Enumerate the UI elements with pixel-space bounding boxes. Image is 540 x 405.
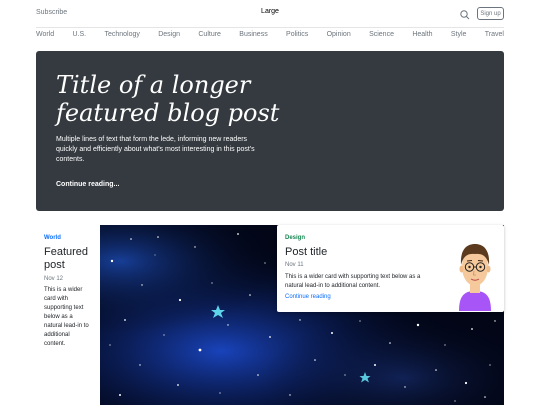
card-title: Post title — [285, 246, 328, 258]
continue-reading-link[interactable]: Continue reading... — [56, 181, 119, 188]
card-date: Nov 11 — [285, 262, 304, 268]
nav-item-travel[interactable]: Travel — [479, 31, 510, 43]
featured-jumbotron: Title of a longer featured blog post Mul… — [36, 51, 504, 211]
category-nav: World U.S. Technology Design Culture Bus… — [30, 31, 510, 43]
card-date: Nov 12 — [44, 276, 64, 282]
nav-item-us[interactable]: U.S. — [67, 31, 93, 43]
nav-item-world[interactable]: World — [30, 31, 60, 43]
card-title: Featured post — [44, 246, 89, 271]
card-text: This is a wider card with supporting tex… — [285, 274, 421, 289]
mii-avatar-image — [455, 233, 495, 311]
post-card: Design Post title Nov 11 This is a wider… — [277, 225, 504, 312]
card-text: This is a wider card with supporting tex… — [44, 287, 89, 347]
card-category-world: World — [44, 235, 61, 241]
continue-reading-link[interactable]: Continue reading — [285, 294, 331, 300]
signup-button[interactable]: Sign up — [477, 7, 504, 20]
nav-item-style[interactable]: Style — [445, 31, 473, 43]
nav-item-culture[interactable]: Culture — [192, 31, 227, 43]
nav-item-politics[interactable]: Politics — [280, 31, 314, 43]
card-category-design: Design — [285, 235, 306, 241]
search-icon[interactable] — [459, 8, 471, 20]
nav-item-technology[interactable]: Technology — [98, 31, 145, 43]
featured-title: Title of a longer featured blog post — [56, 71, 280, 127]
nav-item-design[interactable]: Design — [152, 31, 186, 43]
site-header: Subscribe Large Sign up — [0, 0, 540, 30]
nav-item-science[interactable]: Science — [363, 31, 400, 43]
featured-post-card: World Featured post Nov 12 This is a wid… — [36, 225, 100, 405]
header-divider — [36, 27, 504, 28]
featured-lede: Multiple lines of text that form the led… — [56, 136, 255, 163]
nav-item-opinion[interactable]: Opinion — [321, 31, 357, 43]
nav-item-health[interactable]: Health — [406, 31, 438, 43]
nav-item-business[interactable]: Business — [233, 31, 273, 43]
